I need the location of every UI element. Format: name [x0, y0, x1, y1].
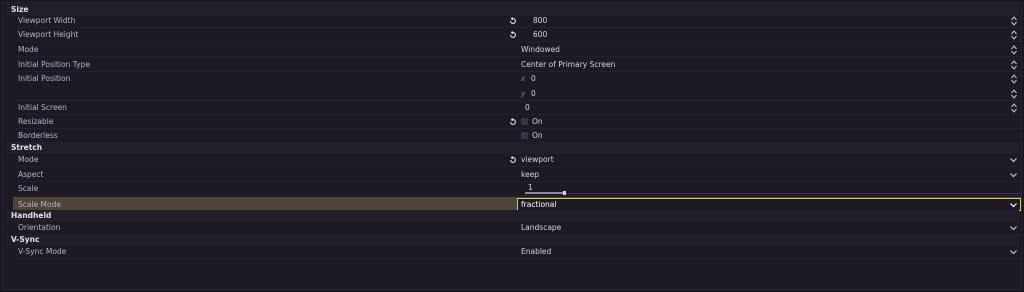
orientation-row: Orientation Landscape [13, 221, 1021, 235]
y-axis-label: y [521, 89, 526, 98]
stretch-scale-mode-value: fractional [521, 200, 557, 209]
chevron-down-icon[interactable] [1010, 157, 1017, 163]
borderless-checkbox[interactable] [521, 132, 528, 139]
initial-position-type-label: Initial Position Type [18, 60, 90, 69]
spinner-arrows-icon[interactable] [1011, 74, 1017, 84]
vsync-mode-dropdown[interactable]: Enabled [521, 245, 551, 258]
chevron-down-icon[interactable] [1010, 225, 1017, 231]
stretch-mode-label: Mode [18, 155, 39, 164]
initial-screen-value[interactable]: 0 [525, 101, 530, 114]
spinner-arrows-icon[interactable] [1011, 103, 1017, 113]
project-settings-inspector: Size Viewport Width 800 Viewport Height … [2, 2, 1022, 290]
stretch-aspect-row: Aspect keep [13, 168, 1021, 182]
initial-screen-label: Initial Screen [18, 103, 67, 112]
spinner-arrows-icon[interactable] [1011, 45, 1017, 55]
revert-icon[interactable] [509, 17, 517, 25]
viewport-width-row: Viewport Width 800 [13, 14, 1021, 28]
stretch-aspect-label: Aspect [18, 170, 44, 179]
initial-position-y-value[interactable]: 0 [531, 87, 536, 100]
stretch-scale-label: Scale [18, 184, 39, 193]
window-mode-dropdown[interactable]: Windowed [521, 43, 560, 56]
scale-slider-track[interactable] [525, 193, 1021, 194]
viewport-height-row: Viewport Height 600 [13, 28, 1021, 42]
resizable-row: Resizable On [13, 115, 1021, 129]
spinner-arrows-icon[interactable] [1011, 89, 1017, 99]
resizable-checkbox-text[interactable]: On [532, 115, 543, 128]
stretch-mode-dropdown[interactable]: viewport [521, 153, 554, 166]
initial-position-x-value[interactable]: 0 [531, 72, 536, 85]
viewport-width-label: Viewport Width [18, 16, 76, 25]
borderless-checkbox-text[interactable]: On [532, 129, 543, 142]
x-axis-label: x [521, 74, 526, 83]
initial-position-row: Initial Position x 0 y 0 [13, 72, 1021, 101]
resizable-label: Resizable [18, 117, 54, 126]
scale-slider-fill [525, 192, 565, 194]
scale-slider-grabber[interactable] [563, 191, 566, 195]
chevron-down-icon[interactable] [1010, 172, 1017, 178]
orientation-dropdown[interactable]: Landscape [521, 221, 561, 234]
borderless-label: Borderless [18, 131, 58, 140]
spinner-arrows-icon[interactable] [1011, 30, 1017, 40]
vsync-mode-label: V-Sync Mode [18, 247, 67, 256]
revert-icon[interactable] [509, 118, 517, 126]
spinner-arrows-icon[interactable] [1011, 16, 1017, 26]
vsync-mode-row: V-Sync Mode Enabled [13, 245, 1021, 259]
viewport-height-label: Viewport Height [18, 30, 79, 39]
initial-position-label: Initial Position [18, 74, 71, 83]
stretch-scale-row: Scale 1 [13, 182, 1021, 196]
window-mode-label: Mode [18, 45, 39, 54]
spinner-arrows-icon[interactable] [1011, 60, 1017, 70]
window-mode-row: Mode Windowed [13, 43, 1021, 57]
borderless-row: Borderless On [13, 129, 1021, 143]
revert-icon[interactable] [509, 156, 517, 164]
orientation-label: Orientation [18, 223, 61, 232]
resizable-checkbox[interactable] [521, 118, 528, 125]
initial-position-type-dropdown[interactable]: Center of Primary Screen [521, 58, 615, 71]
stretch-mode-row: Mode viewport [13, 153, 1021, 167]
initial-position-type-row: Initial Position Type Center of Primary … [13, 58, 1021, 72]
revert-icon[interactable] [509, 31, 517, 39]
chevron-down-icon[interactable] [1010, 202, 1017, 208]
chevron-down-icon[interactable] [1010, 249, 1017, 255]
viewport-width-value[interactable]: 800 [533, 14, 547, 27]
stretch-aspect-dropdown[interactable]: keep [521, 168, 539, 181]
viewport-height-value[interactable]: 600 [533, 28, 547, 41]
initial-screen-row: Initial Screen 0 [13, 101, 1021, 115]
